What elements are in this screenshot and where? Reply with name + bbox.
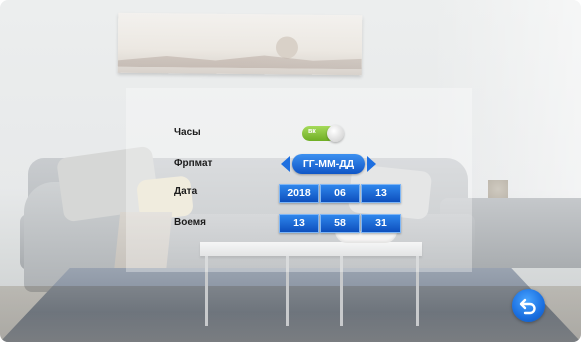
time-hour-field[interactable]: 13 — [279, 214, 319, 233]
painting-hills — [118, 51, 362, 70]
toggle-text: вк — [308, 128, 316, 135]
toggle-knob — [327, 125, 344, 142]
painting-sun — [275, 36, 299, 59]
floor — [0, 286, 581, 342]
wall-painting — [117, 12, 363, 76]
format-label: Фрпмат — [174, 158, 213, 169]
back-button[interactable] — [512, 289, 545, 322]
back-arrow-icon — [519, 298, 536, 315]
format-selector[interactable]: ГГ-ММ-ДД — [292, 154, 365, 174]
triangle-right-icon[interactable] — [367, 156, 376, 172]
time-label: Воемя — [174, 217, 206, 228]
clock-toggle[interactable]: вк — [302, 125, 344, 143]
date-label: Дата — [174, 186, 198, 197]
triangle-left-icon[interactable] — [281, 156, 290, 172]
date-year-field[interactable]: 2018 — [279, 184, 319, 203]
settings-panel — [126, 88, 472, 272]
time-minute-field[interactable]: 58 — [320, 214, 360, 233]
time-second-field[interactable]: 31 — [361, 214, 401, 233]
date-day-field[interactable]: 13 — [361, 184, 401, 203]
date-month-field[interactable]: 06 — [320, 184, 360, 203]
screen: Часы вк Фрпмат ГГ-ММ-ДД Дата 2018 06 13 … — [0, 0, 581, 342]
clock-label: Часы — [174, 127, 201, 138]
